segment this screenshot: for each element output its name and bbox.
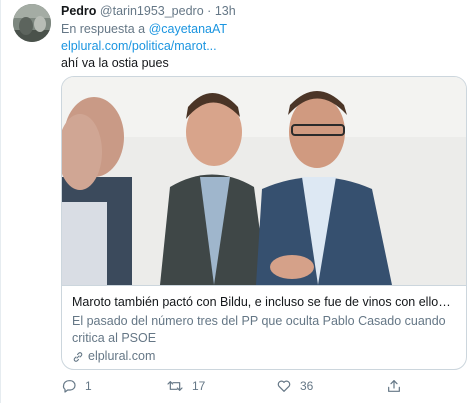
card-image[interactable]: [62, 77, 466, 285]
card-description: El pasado del número tres del PP que ocu…: [72, 314, 446, 345]
reply-count: 1: [85, 379, 92, 393]
retweet-count: 17: [192, 379, 206, 393]
card-body[interactable]: Maroto también pactó con Bildu, e inclus…: [62, 285, 466, 369]
share-icon: [388, 380, 400, 392]
reply-target-link[interactable]: @cayetanaAT: [149, 22, 227, 36]
tweet-text: ahí va la ostia pues: [61, 56, 169, 70]
card-domain: elplural.com: [72, 348, 456, 365]
author-name[interactable]: Pedro: [61, 4, 96, 18]
share-button[interactable]: [386, 376, 402, 396]
separator-dot: ·: [207, 4, 212, 18]
tweet[interactable]: Pedro @tarin1953_pedro · 13h En respuest…: [0, 0, 474, 403]
retweet-button[interactable]: 17: [166, 376, 205, 396]
card-title: Maroto también pactó con Bildu, e inclus…: [72, 295, 456, 309]
avatar-image: [13, 4, 51, 42]
reply-icon: [62, 380, 76, 393]
action-bar: 1 17 36: [61, 376, 461, 396]
like-icon: [277, 380, 291, 392]
author-handle[interactable]: @tarin1953_pedro: [100, 4, 204, 18]
tweet-url-link[interactable]: elplural.com/politica/marot...: [61, 38, 464, 55]
like-count: 36: [300, 379, 314, 393]
reply-context: En respuesta a @cayetanaAT: [61, 21, 464, 38]
link-icon: [73, 351, 83, 362]
tweet-content: Pedro @tarin1953_pedro · 13h En respuest…: [61, 3, 464, 72]
card-photo: [62, 77, 466, 285]
reply-button[interactable]: 1: [61, 376, 92, 396]
reply-prefix: En respuesta a: [61, 22, 146, 36]
card-domain-label: elplural.com: [88, 349, 156, 363]
like-button[interactable]: 36: [276, 376, 313, 396]
avatar[interactable]: [13, 4, 51, 42]
tweet-header: Pedro @tarin1953_pedro · 13h: [61, 3, 464, 19]
tweet-time[interactable]: 13h: [215, 4, 236, 18]
link-card[interactable]: Maroto también pactó con Bildu, e inclus…: [61, 76, 467, 370]
retweet-icon: [167, 381, 183, 391]
